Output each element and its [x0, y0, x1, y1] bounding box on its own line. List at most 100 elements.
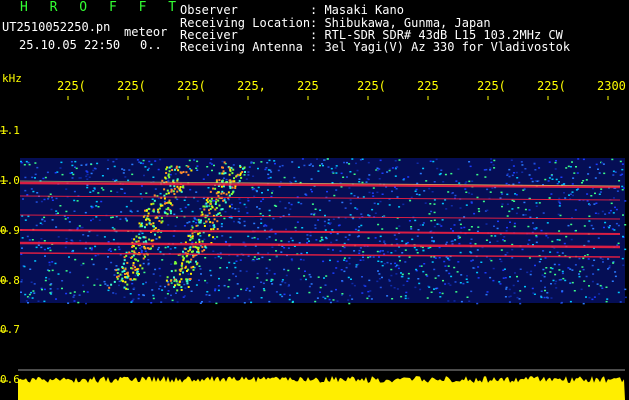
noise-dot [198, 279, 200, 281]
noise-dot [140, 197, 143, 200]
noise-dot [169, 248, 172, 250]
noise-dot [195, 222, 198, 224]
noise-dot [549, 271, 552, 273]
noise-dot [323, 277, 325, 279]
noise-dot [458, 182, 461, 184]
noise-dot [344, 236, 347, 238]
noise-dot [401, 273, 404, 276]
noise-dot [568, 194, 570, 196]
noise-dot [193, 159, 196, 161]
meteor-echo-dot [175, 165, 178, 168]
noise-dot [428, 213, 431, 215]
noise-dot [48, 270, 51, 272]
noise-dot [129, 293, 132, 295]
noise-dot [348, 187, 351, 189]
noise-dot [540, 290, 543, 292]
noise-dot [43, 240, 46, 242]
noise-dot [458, 219, 461, 221]
noise-dot [442, 181, 445, 183]
noise-dot [114, 292, 117, 295]
noise-dot [433, 211, 436, 214]
noise-dot [557, 200, 560, 202]
noise-dot [370, 298, 373, 300]
noise-dot [155, 238, 158, 240]
meteor-echo-dot [214, 203, 217, 205]
noise-dot [624, 248, 627, 251]
noise-dot [508, 288, 511, 291]
noise-dot [287, 240, 290, 243]
noise-dot [415, 249, 418, 251]
time-tick: 225( [57, 79, 86, 93]
noise-dot [614, 171, 617, 173]
noise-dot [556, 251, 559, 254]
noise-dot [251, 186, 254, 189]
noise-dot [321, 239, 324, 241]
noise-dot [171, 299, 174, 302]
noise-dot [237, 210, 240, 213]
noise-dot [368, 174, 371, 176]
noise-dot [204, 279, 207, 282]
meteor-echo-dot [177, 169, 180, 172]
noise-dot [208, 294, 211, 296]
noise-dot [509, 221, 511, 223]
meteor-echo-dot [222, 192, 225, 195]
noise-dot [404, 297, 407, 300]
meteor-echo-dot [152, 209, 155, 212]
meteor-echo-dot [169, 279, 172, 282]
noise-dot [558, 239, 561, 241]
noise-dot [260, 200, 263, 203]
noise-dot [509, 295, 512, 297]
noise-dot [131, 300, 134, 302]
noise-dot [521, 164, 524, 166]
noise-dot [321, 163, 323, 165]
meteor-echo-dot [176, 289, 179, 292]
noise-dot [465, 181, 468, 183]
noise-dot [388, 204, 391, 206]
noise-dot [531, 287, 534, 290]
noise-dot [37, 244, 40, 246]
noise-dot [284, 282, 287, 284]
noise-dot [98, 219, 101, 221]
meteor-echo-dot [217, 194, 220, 197]
noise-dot [213, 164, 215, 167]
noise-dot [256, 272, 259, 275]
noise-dot [152, 176, 155, 178]
noise-dot [452, 230, 454, 232]
noise-dot [572, 194, 574, 197]
noise-dot [596, 283, 599, 285]
noise-dot [340, 172, 343, 175]
noise-dot [565, 235, 568, 238]
meteor-echo-dot [169, 202, 172, 204]
noise-dot [526, 271, 529, 274]
noise-dot [454, 194, 457, 197]
noise-dot [561, 272, 564, 275]
noise-dot [336, 300, 339, 302]
noise-dot [287, 285, 290, 287]
noise-dot [31, 239, 34, 241]
signal-level-bar [18, 369, 625, 400]
noise-dot [288, 213, 291, 216]
noise-dot [403, 178, 406, 180]
noise-dot [432, 160, 435, 163]
noise-dot [232, 273, 235, 275]
noise-dot [174, 247, 177, 249]
noise-dot [381, 264, 384, 267]
meteor-echo-dot [212, 228, 215, 231]
noise-dot [26, 194, 29, 196]
noise-dot [524, 285, 526, 288]
noise-dot [323, 159, 325, 161]
noise-dot [111, 226, 114, 229]
meteor-echo-dot [165, 192, 168, 195]
meteor-echo-dot [187, 173, 190, 176]
meteor-echo-dot [195, 224, 198, 227]
noise-dot [524, 214, 527, 216]
meteor-echo-dot [201, 250, 204, 253]
meteor-echo-dot [139, 237, 142, 240]
noise-dot [223, 284, 226, 287]
noise-dot [243, 224, 246, 227]
noise-dot [492, 267, 495, 270]
noise-dot [594, 192, 596, 195]
noise-dot [330, 241, 333, 244]
noise-dot [56, 288, 59, 290]
noise-dot [186, 222, 189, 224]
